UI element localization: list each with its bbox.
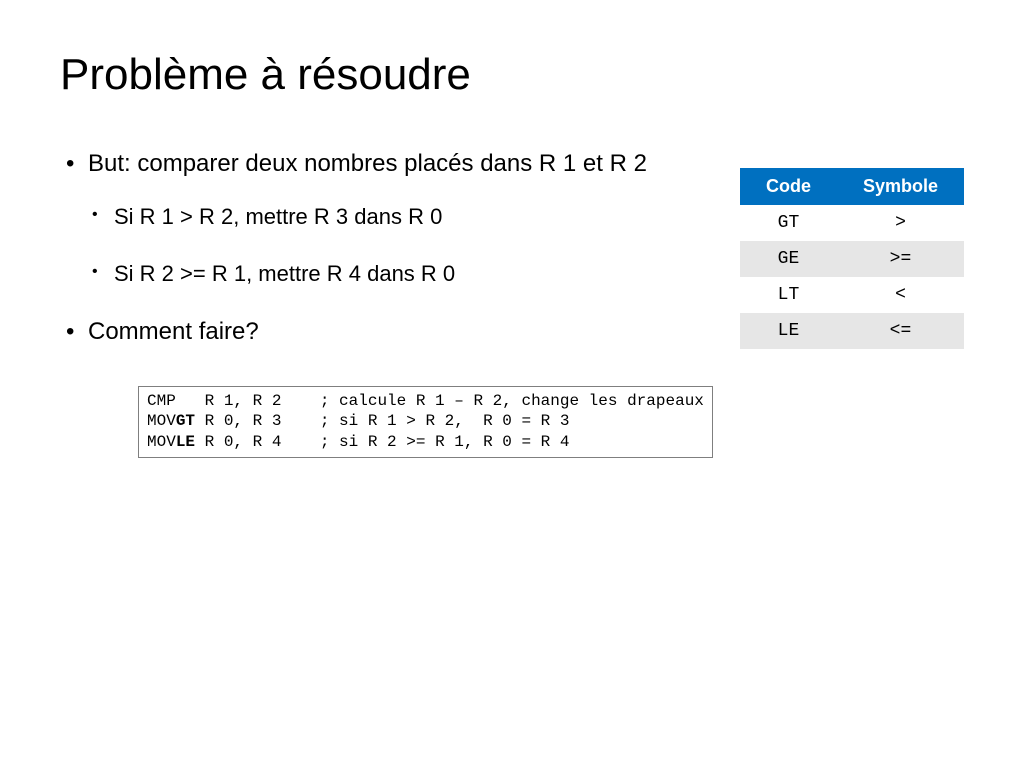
sub-bullet-item: Si R 2 >= R 1, mettre R 4 dans R 0	[92, 260, 716, 289]
cell-symbol: <=	[837, 313, 964, 349]
sub-bullet-item: Si R 1 > R 2, mettre R 3 dans R 0	[92, 203, 716, 232]
bullet-item-goal: But: comparer deux nombres placés dans R…	[60, 148, 716, 288]
content-area: But: comparer deux nombres placés dans R…	[60, 148, 964, 458]
code-line: MOVLE R 0, R 4 ; si R 2 >= R 1, R 0 = R …	[147, 433, 569, 451]
slide-container: Problème à résoudre But: comparer deux n…	[0, 0, 1024, 498]
code-line: MOVGT R 0, R 3 ; si R 1 > R 2, R 0 = R 3	[147, 412, 569, 430]
table-header-row: Code Symbole	[740, 168, 964, 205]
cell-symbol: >	[837, 205, 964, 241]
bullet-text: But: comparer deux nombres placés dans R…	[88, 150, 647, 177]
code-box: CMP R 1, R 2 ; calcule R 1 – R 2, change…	[138, 386, 713, 458]
table-wrapper: Code Symbole GT> GE>= LT< LE<=	[740, 168, 964, 349]
table-row: GT>	[740, 205, 964, 241]
slide-title: Problème à résoudre	[60, 50, 964, 100]
cell-code: GT	[740, 205, 837, 241]
bullet-text: Comment faire?	[88, 318, 259, 345]
condition-code-table: Code Symbole GT> GE>= LT< LE<=	[740, 168, 964, 349]
text-column: But: comparer deux nombres placés dans R…	[60, 148, 716, 458]
bullet-list: But: comparer deux nombres placés dans R…	[60, 148, 716, 348]
bullet-item-how: Comment faire?	[60, 316, 716, 347]
table-row: GE>=	[740, 241, 964, 277]
cell-code: LE	[740, 313, 837, 349]
sub-bullet-list: Si R 1 > R 2, mettre R 3 dans R 0 Si R 2…	[88, 203, 716, 288]
table-row: LT<	[740, 277, 964, 313]
cell-symbol: >=	[837, 241, 964, 277]
code-line: CMP R 1, R 2 ; calcule R 1 – R 2, change…	[147, 392, 704, 410]
table-header-code: Code	[740, 168, 837, 205]
table-header-symbol: Symbole	[837, 168, 964, 205]
sub-bullet-text: Si R 2 >= R 1, mettre R 4 dans R 0	[114, 261, 455, 286]
cell-code: LT	[740, 277, 837, 313]
sub-bullet-text: Si R 1 > R 2, mettre R 3 dans R 0	[114, 204, 442, 229]
table-row: LE<=	[740, 313, 964, 349]
cell-code: GE	[740, 241, 837, 277]
cell-symbol: <	[837, 277, 964, 313]
